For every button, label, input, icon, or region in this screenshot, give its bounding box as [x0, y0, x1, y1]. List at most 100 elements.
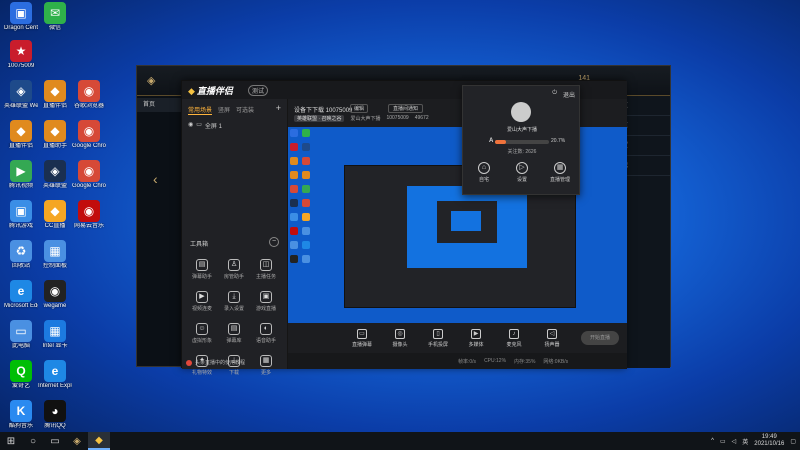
source-button[interactable]: ◁ 扬声器: [538, 328, 566, 348]
desktop-icon-label: 谷歌浏览器: [73, 103, 104, 109]
eye-icon[interactable]: ◉: [188, 121, 193, 130]
desktop-icon[interactable]: ◆ CC直播: [38, 200, 72, 240]
tool-item[interactable]: ◐ 语音助手: [250, 321, 282, 349]
source-button[interactable]: ♪ 麦克风: [500, 328, 528, 348]
tab-common[interactable]: 常用场景: [188, 105, 213, 115]
tool-item[interactable]: ▶ 视频连麦: [186, 289, 218, 317]
tool-icon: ▶: [196, 291, 208, 303]
source-button[interactable]: ▶ 多媒体: [462, 328, 490, 348]
desktop-icon[interactable]: ◈ 英雄联盟: [38, 160, 72, 200]
app-icon: ◆: [44, 200, 66, 222]
exit-label[interactable]: 退出: [563, 90, 575, 99]
tool-label: 虚拟形象: [191, 338, 212, 344]
desktop-icon-label: CC直播: [44, 223, 66, 229]
desktop-icon[interactable]: ▭ 此电脑: [4, 320, 38, 360]
source-button[interactable]: ▭ 直播弹幕: [348, 328, 376, 348]
tool-item[interactable]: ✦ 礼物特效: [186, 353, 218, 381]
input-language[interactable]: 英: [742, 437, 748, 446]
desktop-icon[interactable]: ▶ 腾讯视频: [4, 160, 38, 200]
popup-action[interactable]: ⌂ 自宅: [469, 162, 499, 183]
tab-optional[interactable]: 可选装: [236, 105, 254, 115]
desktop-icon[interactable]: ◉Google Chrome: [72, 160, 106, 200]
desktop-icon[interactable]: ◉ 谷歌浏览器: [72, 80, 106, 120]
source-label: 直播弹幕: [351, 341, 372, 348]
app-taskbar-icon[interactable]: ◆: [88, 432, 110, 450]
app-icon: K: [10, 400, 32, 422]
tool-item[interactable]: ◫ 主播任务: [250, 257, 282, 285]
room-notice-button[interactable]: 直播间通知: [388, 104, 424, 113]
desktop-icon[interactable]: ◉Google Chrome: [72, 120, 106, 160]
tool-item[interactable]: ▤ 弹幕助手: [186, 257, 218, 285]
tool-item[interactable]: ▣ 游戏直播: [250, 289, 282, 317]
source-button[interactable]: ▯ 手机投屏: [424, 328, 452, 348]
tool-item[interactable]: ▤ 弹幕库: [218, 321, 250, 349]
avatar[interactable]: [511, 102, 531, 122]
network-icon[interactable]: ▭: [720, 438, 726, 445]
tutorial-notice[interactable]: 头条直播中的使用教程: [186, 359, 245, 366]
carousel-left-icon[interactable]: ‹: [153, 171, 158, 187]
desktop-icon[interactable]: ▦ Intel 显卡: [38, 320, 72, 360]
desktop-icon[interactable]: ▣Dragon Center: [4, 2, 38, 42]
desktop-icon[interactable]: eInternet Explorer: [38, 360, 72, 400]
desktop-icon[interactable]: ★ 10075009: [4, 40, 38, 80]
desktop-icon-label: 控制面板: [42, 263, 67, 269]
game-taskbar-icon[interactable]: ◈: [66, 432, 88, 450]
desktop-icon[interactable]: ▣ 腾讯游戏: [4, 200, 38, 240]
preview-icon: [302, 241, 310, 249]
add-tab-button[interactable]: +: [276, 104, 281, 115]
tray-chevron-icon[interactable]: ^: [711, 438, 714, 444]
desktop-icon[interactable]: ♻ 回收站: [4, 240, 38, 280]
tool-item[interactable]: ☺ 虚拟形象: [186, 321, 218, 349]
app-icon: Q: [10, 360, 32, 382]
search-icon[interactable]: ○: [22, 432, 44, 450]
status-fps: 帧率:0/s: [458, 358, 477, 365]
room-title: 设备下下载 10075009: [294, 108, 353, 114]
notification-icon[interactable]: ▢: [790, 438, 796, 445]
collapse-icon[interactable]: −: [269, 237, 279, 247]
tool-icon: ▦: [260, 355, 272, 367]
desktop-icon[interactable]: ◈英雄联盟 WeGame版: [4, 80, 38, 120]
system-tray: ^ ▭ ◁ 英 19:49 2021/10/16 ▢: [711, 432, 796, 450]
preview-icon: [302, 171, 310, 179]
desktop-icon[interactable]: ◆ 直播助手: [38, 120, 72, 160]
popup-action[interactable]: ▦ 直播管理: [545, 162, 575, 183]
desktop-icon[interactable]: ▦ 控制面板: [38, 240, 72, 280]
desktop-icon[interactable]: ✉ 微信: [38, 2, 72, 42]
exit-icon[interactable]: ⏻: [552, 90, 557, 99]
tool-item[interactable]: ⤓ 下载: [218, 353, 250, 381]
desktop-icon[interactable]: ◆ 直播伴侣: [38, 80, 72, 120]
game-nav-home[interactable]: 首页: [137, 98, 185, 112]
app-icon: ✉: [44, 2, 66, 24]
source-icon: ▭: [357, 328, 367, 339]
scene-label: 全屏 1: [204, 124, 222, 130]
tool-item[interactable]: ▦ 更多: [250, 353, 282, 381]
desktop-icon[interactable]: Q 爱奇艺: [4, 360, 38, 400]
desktop-icon[interactable]: ◉ 网易云音乐: [72, 200, 106, 240]
start-stream-button[interactable]: 开始直播: [581, 331, 619, 345]
tab-vertical[interactable]: 竖屏: [218, 105, 230, 115]
source-label: 手机投屏: [427, 341, 448, 348]
task-view-icon[interactable]: ▭: [44, 432, 66, 450]
desktop-icon[interactable]: ◆ 直播伴侣: [4, 120, 38, 160]
lock-icon[interactable]: ▭: [196, 121, 202, 130]
nested-preview: [407, 186, 527, 268]
desktop-icon[interactable]: eMicrosoft Edge: [4, 280, 38, 320]
popup-action[interactable]: ▷ 设置: [507, 162, 537, 183]
desktop-icon[interactable]: ◉ wegame: [38, 280, 72, 320]
category-tag[interactable]: 英雄联盟 · 召唤之谷: [294, 115, 345, 122]
start-icon[interactable]: ⊞: [0, 432, 22, 450]
room-id: 10075009: [386, 115, 409, 121]
tool-icon: ▤: [196, 259, 208, 271]
tool-item[interactable]: ⤓ 录入设置: [218, 289, 250, 317]
scene-item[interactable]: ◉ ▭ 全屏 1: [182, 115, 287, 136]
source-button[interactable]: ◎ 摄像头: [386, 328, 414, 348]
edit-button[interactable]: 编辑: [350, 104, 369, 113]
app-icon: ▦: [44, 320, 66, 342]
scene-tabs: 常用场景 竖屏 可选装 +: [182, 99, 287, 115]
tool-icon: ▤: [228, 323, 240, 335]
clock[interactable]: 19:49 2021/10/16: [754, 434, 784, 448]
app-icon: e: [44, 360, 66, 382]
tool-item[interactable]: ♙ 房管助手: [218, 257, 250, 285]
volume-icon[interactable]: ◁: [732, 438, 737, 445]
app-icon: ★: [10, 40, 32, 62]
